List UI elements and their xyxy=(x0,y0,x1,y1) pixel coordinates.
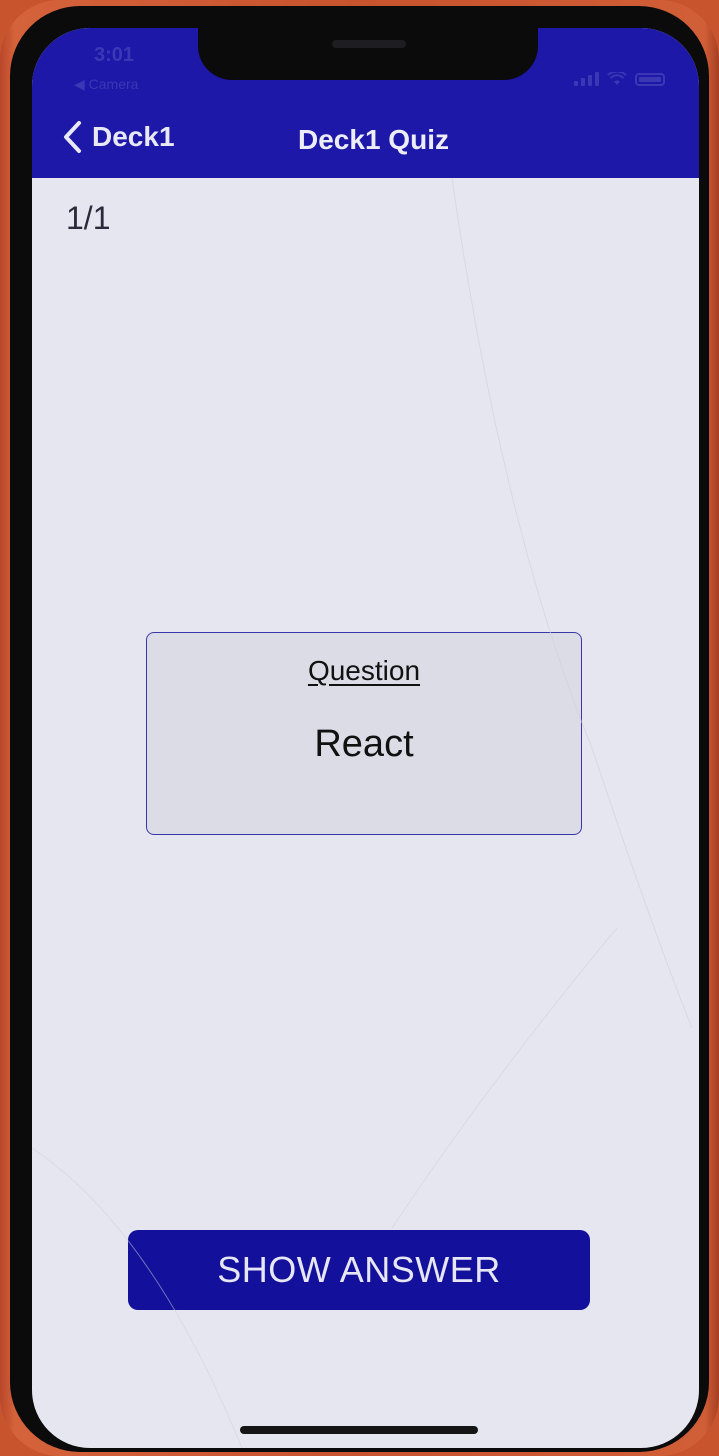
camera-notch xyxy=(198,28,538,80)
phone-case: 3:01 ◀ Camera Deck1 Deck1 Quiz 1/1 Quest… xyxy=(0,0,719,1456)
status-time: 3:01 xyxy=(94,44,135,66)
phone-bezel: 3:01 ◀ Camera Deck1 Deck1 Quiz 1/1 Quest… xyxy=(10,6,709,1452)
battery-icon xyxy=(635,73,665,86)
show-answer-button[interactable]: SHOW ANSWER xyxy=(128,1230,590,1310)
quiz-progress: 1/1 xyxy=(66,200,111,236)
screen: 3:01 ◀ Camera Deck1 Deck1 Quiz 1/1 Quest… xyxy=(32,28,699,1448)
earpiece-speaker xyxy=(332,40,406,48)
question-card: Question React xyxy=(146,632,582,835)
page-title: Deck1 Quiz xyxy=(298,124,449,155)
home-indicator[interactable] xyxy=(240,1426,478,1434)
status-icons xyxy=(574,72,665,86)
card-heading: Question xyxy=(307,655,421,686)
wifi-icon xyxy=(607,72,627,85)
signal-icon xyxy=(574,72,599,86)
card-question-text: React xyxy=(314,723,414,765)
status-back-to-app[interactable]: ◀ Camera xyxy=(74,76,138,93)
